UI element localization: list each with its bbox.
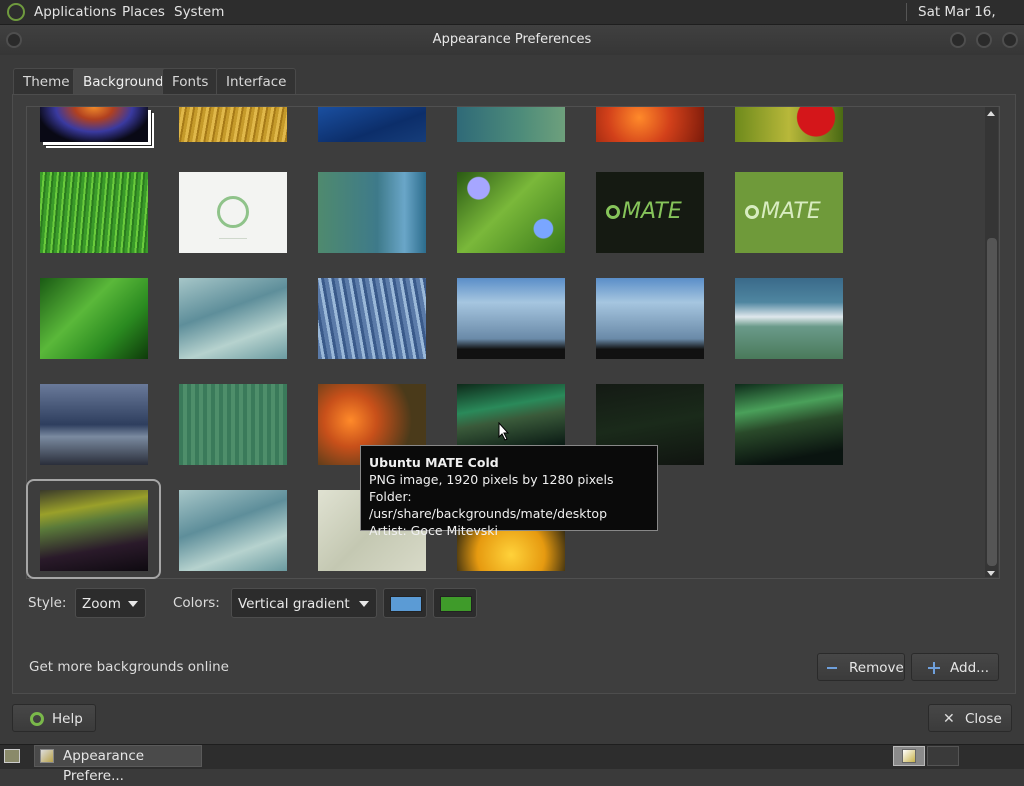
mate-logo-icon — [217, 196, 249, 228]
scroll-down-arrow-icon[interactable] — [987, 571, 995, 576]
show-desktop-icon[interactable] — [4, 749, 20, 763]
tab-fonts[interactable]: Fonts — [162, 68, 219, 94]
system-menu[interactable]: System — [174, 0, 224, 24]
colors-combo-value: Vertical gradient — [238, 596, 350, 612]
secondary-color-swatch — [440, 596, 472, 612]
wallpaper-thumb[interactable]: MATE — [596, 172, 704, 253]
wallpaper-thumb[interactable] — [596, 107, 704, 142]
scroll-up-arrow-icon[interactable] — [987, 111, 995, 116]
add-button[interactable]: Add... — [911, 653, 999, 681]
mate-logo-icon — [606, 205, 620, 219]
wallpaper-thumb[interactable]: MATE — [735, 172, 843, 253]
tooltip-title: Ubuntu MATE Cold — [369, 455, 499, 470]
wallpaper-thumb[interactable] — [40, 107, 148, 142]
wallpaper-thumb[interactable] — [318, 107, 426, 142]
tab-theme[interactable]: Theme — [13, 68, 80, 94]
tab-background[interactable]: Background — [73, 68, 174, 94]
wallpaper-tooltip: Ubuntu MATE Cold PNG image, 1920 pixels … — [360, 445, 658, 538]
tooltip-artist: Artist: Goce Mitevski — [369, 523, 499, 538]
workspace-switcher[interactable] — [893, 746, 925, 766]
minus-icon — [827, 667, 837, 669]
mouse-cursor-icon — [498, 422, 510, 441]
taskbar-item-appearance[interactable]: Appearance Prefere... — [34, 745, 202, 784]
mate-wordmark: MATE — [761, 199, 821, 224]
close-button-label: Close — [965, 711, 1002, 727]
primary-color-button[interactable] — [383, 588, 427, 618]
close-window-icon[interactable] — [1002, 32, 1018, 48]
mate-logo-icon — [745, 205, 759, 219]
wallpaper-thumb[interactable] — [40, 278, 148, 359]
wallpaper-thumb[interactable] — [179, 384, 287, 465]
wallpaper-thumb[interactable] — [735, 384, 843, 465]
window-title: Appearance Preferences — [432, 32, 592, 47]
scrollbar-thumb[interactable] — [987, 238, 997, 566]
appearance-app-icon — [902, 749, 916, 763]
chevron-down-icon — [359, 601, 369, 607]
wallpaper-thumb[interactable] — [179, 107, 287, 142]
close-button[interactable]: ✕ Close — [928, 704, 1012, 732]
minimize-icon[interactable] — [950, 32, 966, 48]
secondary-color-button[interactable] — [433, 588, 477, 618]
style-combo-value: Zoom — [82, 596, 121, 612]
add-button-label: Add... — [950, 660, 990, 676]
wallpaper-thumb[interactable] — [318, 278, 426, 359]
chevron-down-icon — [128, 601, 138, 607]
close-icon: ✕ — [943, 711, 955, 727]
wallpaper-thumb[interactable] — [735, 107, 843, 142]
places-menu[interactable]: Places — [122, 0, 165, 24]
wallpaper-thumb[interactable] — [179, 172, 287, 253]
wallpaper-thumb[interactable] — [457, 278, 565, 359]
remove-button-label: Remove — [849, 660, 904, 676]
wallpaper-thumb[interactable] — [40, 384, 148, 465]
clock[interactable]: Sat Mar 16, 05:49 — [918, 0, 1024, 44]
remove-button[interactable]: Remove — [817, 653, 905, 681]
wallpaper-thumb[interactable] — [596, 278, 704, 359]
taskbar-item-label: Appearance Prefere... — [63, 748, 145, 784]
wallpaper-thumb[interactable] — [457, 172, 565, 253]
maximize-icon[interactable] — [976, 32, 992, 48]
appearance-app-icon — [40, 749, 54, 763]
help-button[interactable]: Help — [12, 704, 96, 732]
tab-interface[interactable]: Interface — [216, 68, 297, 94]
wallpaper-thumb[interactable] — [179, 490, 287, 571]
panel-separator — [906, 3, 907, 21]
wallpaper-thumb[interactable] — [40, 172, 148, 253]
workspace-2[interactable] — [927, 746, 959, 766]
wallpaper-thumb[interactable] — [735, 278, 843, 359]
wallpaper-thumb-selected[interactable] — [40, 490, 148, 571]
wallpaper-thumb[interactable] — [179, 278, 287, 359]
logo-underline — [219, 238, 247, 239]
colors-combo[interactable]: Vertical gradient — [231, 588, 377, 618]
style-combo[interactable]: Zoom — [75, 588, 146, 618]
help-button-label: Help — [52, 711, 83, 727]
plus-icon — [928, 662, 940, 674]
style-label: Style: — [28, 595, 67, 611]
more-backgrounds-link[interactable]: Get more backgrounds online — [29, 659, 229, 675]
tooltip-folder: Folder: /usr/share/backgrounds/mate/desk… — [369, 489, 608, 521]
window-titlebar[interactable]: Appearance Preferences — [0, 25, 1024, 55]
colors-label: Colors: — [173, 595, 220, 611]
help-icon — [30, 712, 44, 726]
mate-menu-icon[interactable] — [7, 3, 25, 21]
primary-color-swatch — [390, 596, 422, 612]
tooltip-image-info: PNG image, 1920 pixels by 1280 pixels — [369, 472, 614, 487]
wallpaper-thumb[interactable] — [318, 172, 426, 253]
mate-wordmark: MATE — [622, 199, 682, 224]
wallpaper-thumb[interactable] — [457, 107, 565, 142]
applications-menu[interactable]: Applications — [34, 0, 116, 24]
